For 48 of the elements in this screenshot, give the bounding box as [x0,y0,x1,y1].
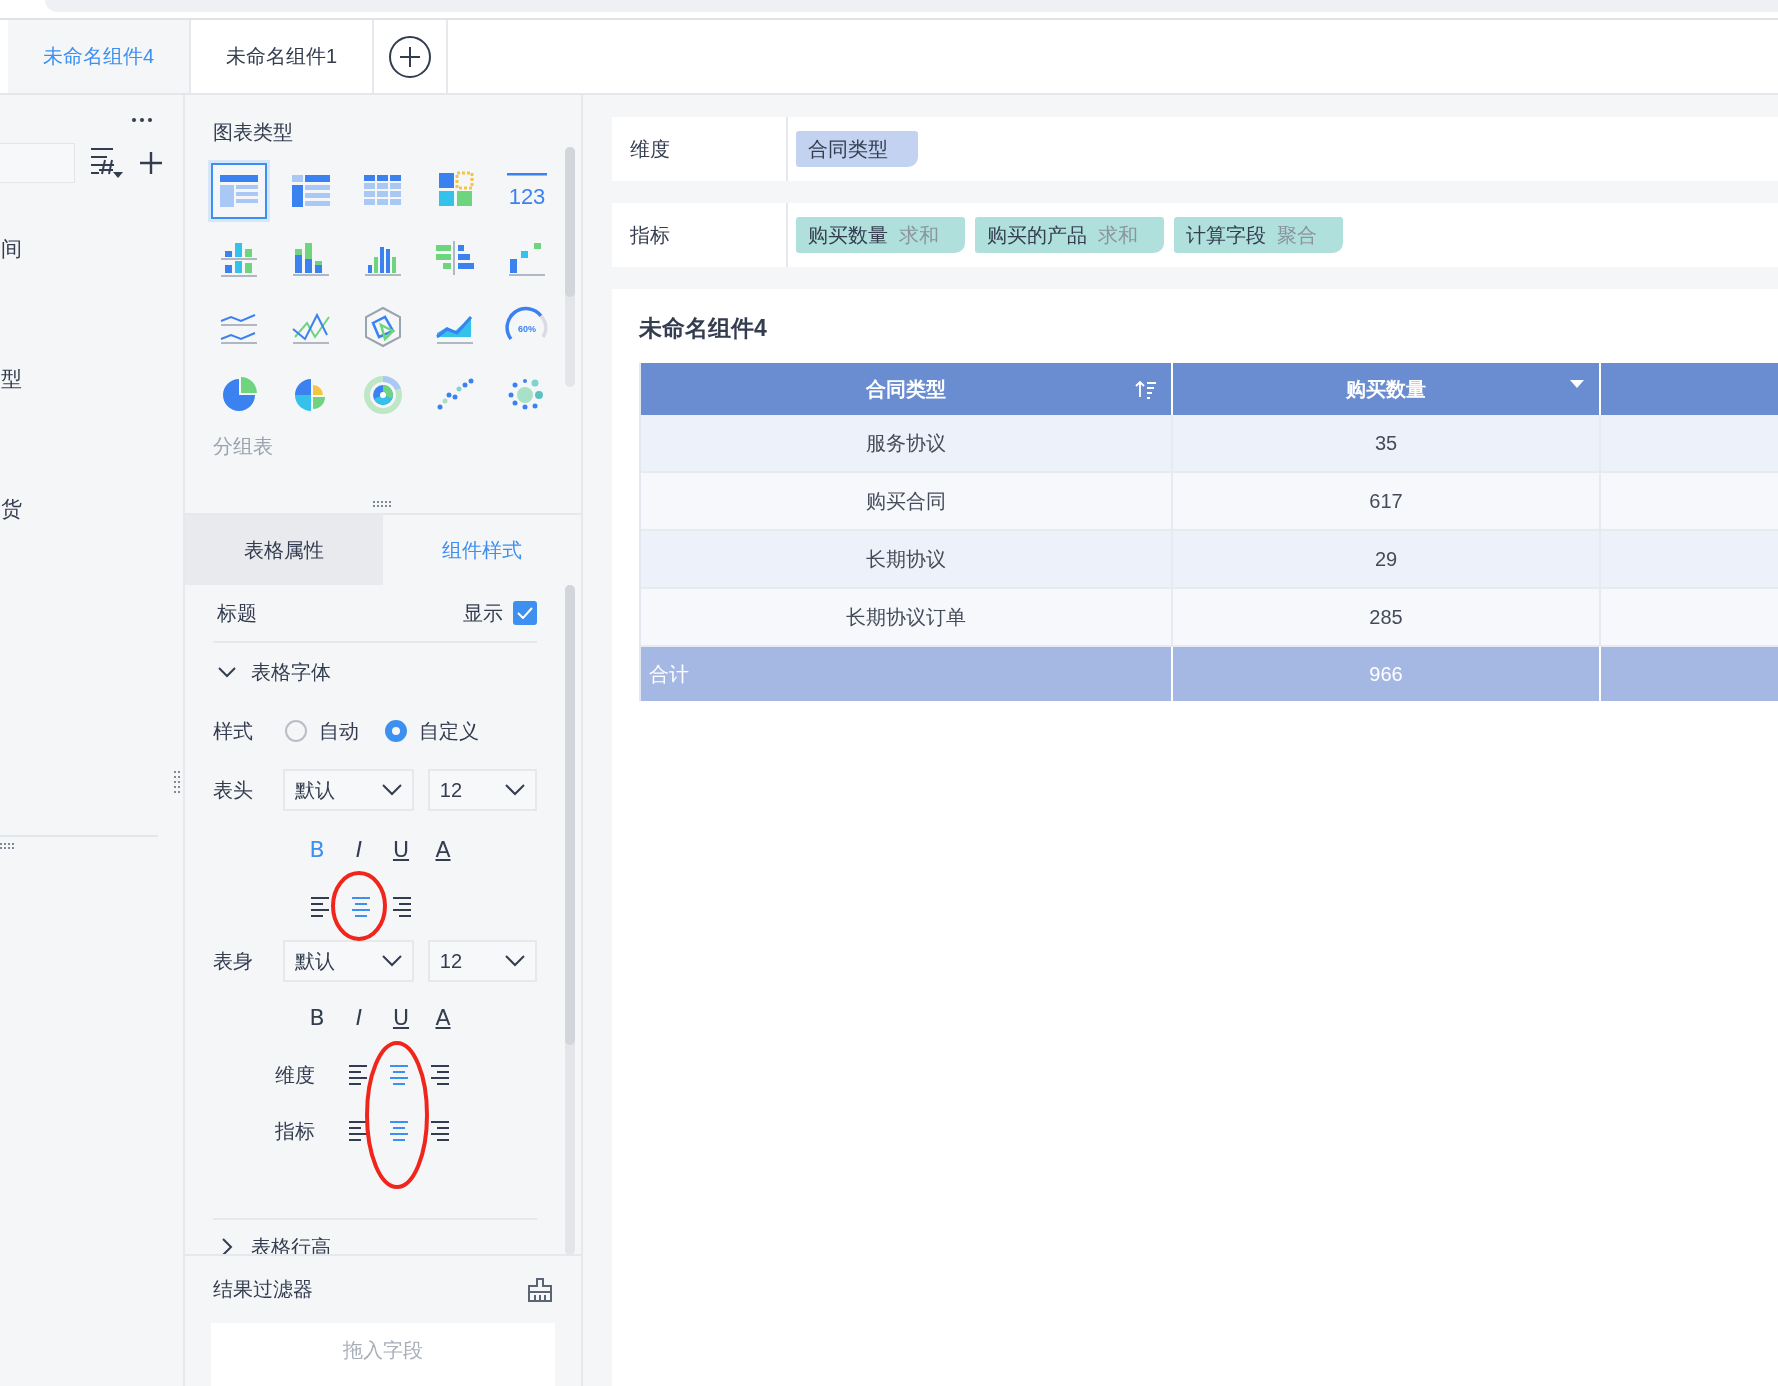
shelf-label: 维度 [612,117,788,181]
dropdown[interactable]: 12 [427,940,537,982]
field-label: 指标 [275,1118,316,1144]
field-label: 表头 [213,777,254,803]
chart-type-caption: 分组表 [212,434,274,459]
section-title: 图表类型 [212,120,294,145]
table-cell-text: 长期协议订单 [846,604,966,630]
dropdown[interactable]: 默认 [283,769,414,811]
table-cell: 285 [1369,605,1403,629]
total-value: 966 [1369,662,1403,686]
format-button[interactable]: I [349,836,369,862]
format-button[interactable]: B [307,1004,327,1030]
format-button[interactable]: U [391,1004,411,1030]
field-chip[interactable]: 购买的产品 求和 [975,217,1165,253]
table-cell-text: 购买合同 [866,488,946,514]
format-button[interactable]: I [349,1004,369,1030]
table-cell: 29 [1374,547,1398,571]
field-item[interactable]: 货 [1,498,183,628]
section-title: 表格字体 [251,659,331,685]
dropdown[interactable]: 12 [427,769,537,811]
checkbox-label: 显示 [463,600,503,626]
table-cell-text: 服务协议 [866,430,946,456]
shelf-label: 指标 [612,203,788,267]
section-title: 结果过滤器 [213,1277,313,1302]
field-label: 表身 [213,948,254,974]
widget-title: 未命名组件4 [639,313,768,343]
column-header: 合同类型 [866,376,946,402]
field-label: 维度 [275,1062,316,1088]
dropdown[interactable]: 默认 [283,940,414,982]
title-label: 标题 [217,600,257,626]
total-label: 合计 [649,661,689,687]
table-cell: 617 [1369,489,1403,513]
table-cell: 35 [1374,431,1398,455]
table-cell-text: 长期协议 [866,546,946,572]
tab[interactable]: 表格属性 [185,515,383,585]
field-chip[interactable]: 购买数量 求和 [796,217,966,253]
radio-label: 自动 [319,718,359,744]
format-button[interactable]: A [433,1004,453,1030]
field-chip[interactable]: 合同类型 [796,131,918,167]
tab[interactable]: 未命名组件1 [191,20,374,93]
format-button[interactable]: U [391,836,411,862]
field-chip[interactable]: 计算字段 聚合 [1174,217,1344,253]
field-label: 样式 [213,718,254,744]
column-header: 购买数量 [1346,376,1426,402]
field-item[interactable]: 型 [1,368,183,498]
field-item[interactable]: 间 [1,238,183,368]
radio-label: 自定义 [419,718,479,744]
format-button[interactable]: A [433,836,453,862]
